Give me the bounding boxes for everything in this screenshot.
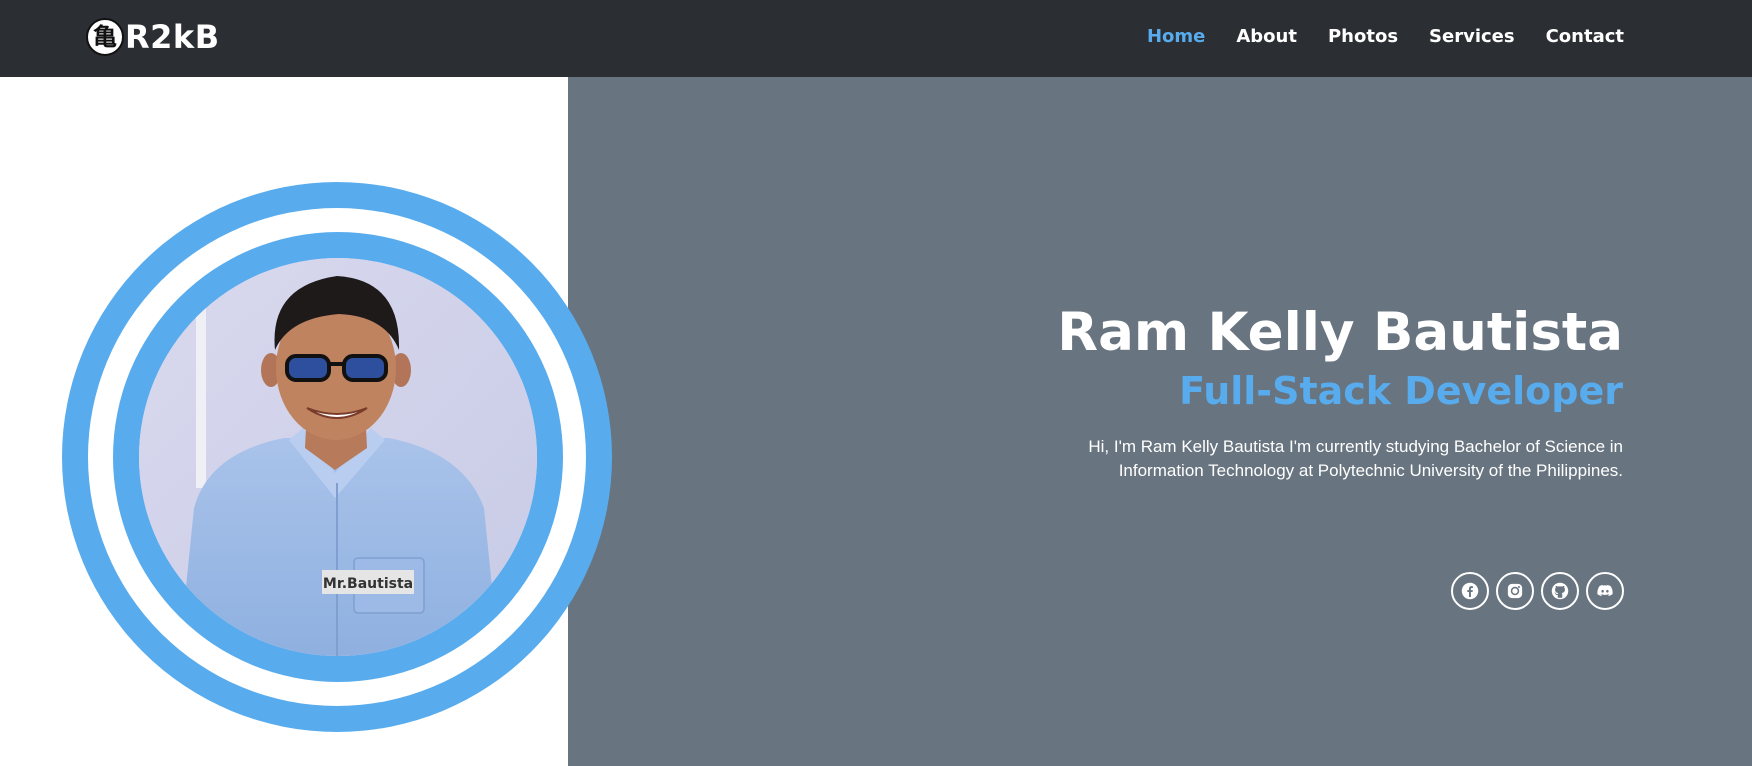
navbar: 亀 R2kB Home About Photos Services Contac… xyxy=(0,0,1752,77)
instagram-button[interactable] xyxy=(1496,572,1534,610)
profile-photo: Mr.Bautista xyxy=(139,258,537,656)
brand-logo: 亀 xyxy=(86,18,124,56)
facebook-icon xyxy=(1461,582,1479,600)
nav-link-about[interactable]: About xyxy=(1236,26,1297,47)
github-icon xyxy=(1551,582,1569,600)
brand-link[interactable]: 亀 R2kB xyxy=(86,16,220,58)
nav-links: Home About Photos Services Contact xyxy=(1116,0,1624,72)
discord-icon xyxy=(1597,585,1613,597)
brand-text: R2kB xyxy=(125,18,220,56)
hero-role: Full-Stack Developer xyxy=(1179,369,1623,413)
github-button[interactable] xyxy=(1541,572,1579,610)
discord-button[interactable] xyxy=(1586,572,1624,610)
hero-bio-line-2: Information Technology at Polytechnic Un… xyxy=(1118,461,1623,480)
nav-link-photos[interactable]: Photos xyxy=(1328,26,1398,47)
nav-link-contact[interactable]: Contact xyxy=(1546,26,1624,47)
photo-nametag: Mr.Bautista xyxy=(323,576,413,592)
nav-link-services[interactable]: Services xyxy=(1429,26,1515,47)
hero-bio: Hi, I'm Ram Kelly Bautista I'm currently… xyxy=(863,435,1623,483)
hero-bio-line-1: Hi, I'm Ram Kelly Bautista I'm currently… xyxy=(1088,437,1623,456)
hero-text: Ram Kelly Bautista Full-Stack Developer … xyxy=(863,300,1623,483)
nav-link-home[interactable]: Home xyxy=(1147,26,1205,47)
instagram-icon xyxy=(1507,583,1523,599)
facebook-button[interactable] xyxy=(1451,572,1489,610)
hero-name: Ram Kelly Bautista xyxy=(1057,302,1623,363)
social-links xyxy=(1444,572,1624,610)
